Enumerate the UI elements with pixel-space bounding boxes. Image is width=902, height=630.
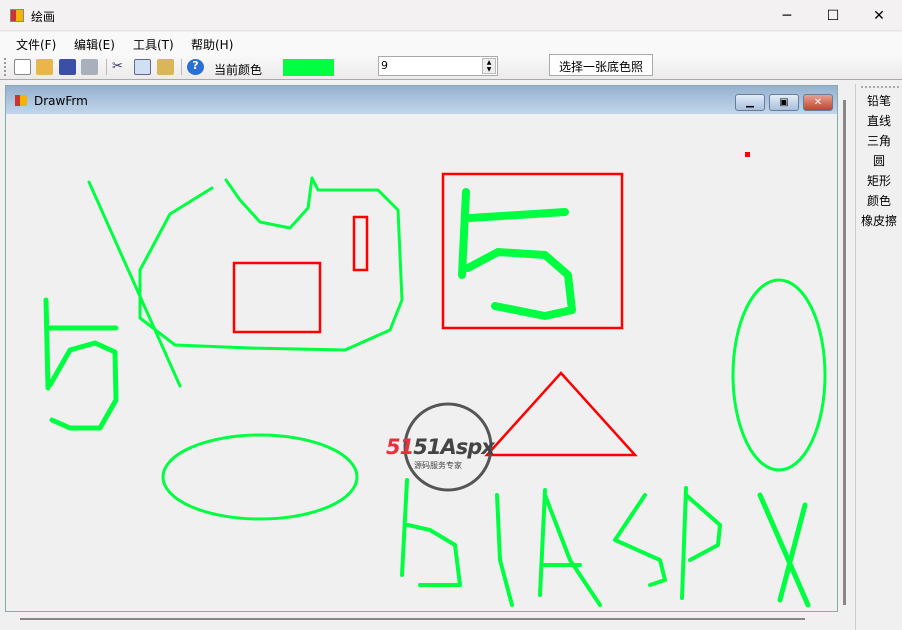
drawing-canvas[interactable]: [0, 0, 902, 630]
green-letter-p: [680, 486, 722, 600]
tool-rectangle[interactable]: 矩形: [856, 172, 902, 189]
green-ellipse: [161, 433, 359, 521]
tool-eraser[interactable]: 橡皮擦: [856, 212, 902, 229]
green-letter-x: [757, 492, 811, 608]
watermark-slogan: 源码服务专家: [414, 461, 462, 470]
green-letter-1: [495, 493, 514, 607]
tool-panel: 铅笔 直线 三角 圆 矩形 颜色 橡皮擦: [855, 84, 902, 630]
vertical-scrollbar[interactable]: [843, 100, 846, 605]
tool-color[interactable]: 颜色: [856, 192, 902, 209]
green-oval: [731, 278, 827, 472]
watermark-brand: 5151Aspx: [386, 435, 495, 459]
panel-grip: [861, 86, 899, 88]
tool-pencil[interactable]: 铅笔: [856, 92, 902, 109]
red-triangle: [484, 371, 638, 457]
green-five-left: [43, 297, 119, 431]
horizontal-scrollbar[interactable]: [20, 618, 805, 620]
tool-triangle[interactable]: 三角: [856, 132, 902, 149]
tool-circle[interactable]: 圆: [856, 152, 902, 169]
red-dot: [745, 152, 750, 157]
green-five-boxed: [458, 188, 576, 320]
red-thin-rectangle: [352, 215, 369, 272]
green-letter-5: [400, 478, 462, 587]
green-letter-s: [613, 493, 667, 587]
green-line: [87, 180, 182, 388]
red-rectangle: [232, 261, 322, 334]
green-letter-a: [538, 488, 602, 607]
tool-line[interactable]: 直线: [856, 112, 902, 129]
